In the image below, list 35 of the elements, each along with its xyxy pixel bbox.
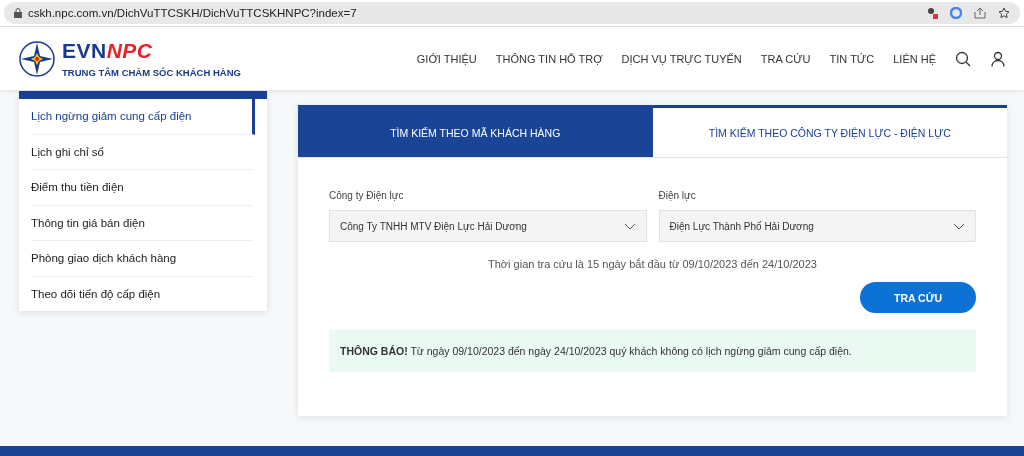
star-icon[interactable] — [998, 7, 1010, 19]
search-tab[interactable]: TÌM KIẾM THEO CÔNG TY ĐIỆN LỰC - ĐIỆN LỰC — [652, 105, 1007, 157]
logo-icon — [18, 39, 56, 78]
share-icon[interactable] — [974, 7, 986, 19]
sidebar-item[interactable]: Điểm thu tiền điện — [31, 170, 255, 206]
field-label: Công ty Điện lực — [329, 190, 405, 201]
select-field[interactable]: Công Ty TNHH MTV Điện Lực Hải Dương — [329, 210, 647, 242]
search-tab[interactable]: TÌM KIẾM THEO MÃ KHÁCH HÀNG — [298, 105, 653, 157]
search-icon[interactable] — [955, 50, 971, 67]
chevron-down-icon — [953, 222, 965, 230]
sidebar-item[interactable]: Theo dõi tiến độ cấp điện — [31, 276, 255, 311]
brand-tagline: TRUNG TÂM CHĂM SÓC KHÁCH HÀNG — [62, 67, 241, 78]
nav-link[interactable]: TRA CỨU — [760, 52, 811, 65]
nav-link[interactable]: TIN TỨC — [829, 52, 875, 65]
user-icon[interactable] — [990, 50, 1006, 67]
nav-link[interactable]: DỊCH VỤ TRỰC TUYẾN — [621, 52, 742, 65]
notice-message: THÔNG BÁO! Từ ngày 09/10/2023 đến ngày 24/10/2023 quý khách không có lịch ngừng giảm cung cấp điện. — [329, 330, 976, 372]
key-icon[interactable] — [926, 7, 938, 19]
google-icon[interactable] — [950, 7, 962, 19]
address-bar[interactable]: cskh.npc.com.vn/DichVuTTCSKH/DichVuTTCSKHNPC?index=7 — [4, 2, 1020, 24]
period-text: Thời gian tra cứu là 15 ngày bắt đầu từ 09/10/2023 đến 24/10/2023 — [487, 258, 818, 270]
sidebar-item[interactable]: Lịch ghi chỉ số — [31, 134, 255, 170]
field-label: Điện lực — [658, 190, 697, 201]
url-text: cskh.npc.com.vn/DichVuTTCSKH/DichVuTTCSKHNPC?index=7 — [28, 7, 357, 19]
select-field[interactable]: Điện Lực Thành Phố Hải Dương — [658, 210, 976, 242]
lock-icon — [14, 8, 22, 18]
nav-link[interactable]: GIỚI THIỆU — [416, 52, 477, 65]
sidebar-item[interactable]: Phòng giao dịch khách hàng — [31, 241, 255, 277]
sidebar-item[interactable]: Thông tin giá bán điện — [31, 205, 255, 241]
brand-name: EVNNPC — [62, 39, 154, 63]
search-button[interactable]: TRA CỨU — [860, 282, 976, 313]
sidebar-item[interactable]: Lịch ngừng giảm cung cấp điện — [31, 99, 255, 135]
chevron-down-icon — [623, 222, 636, 230]
nav-link[interactable]: LIÊN HỆ — [893, 52, 936, 65]
nav-link[interactable]: THÔNG TIN HỖ TRỢ — [495, 52, 603, 65]
